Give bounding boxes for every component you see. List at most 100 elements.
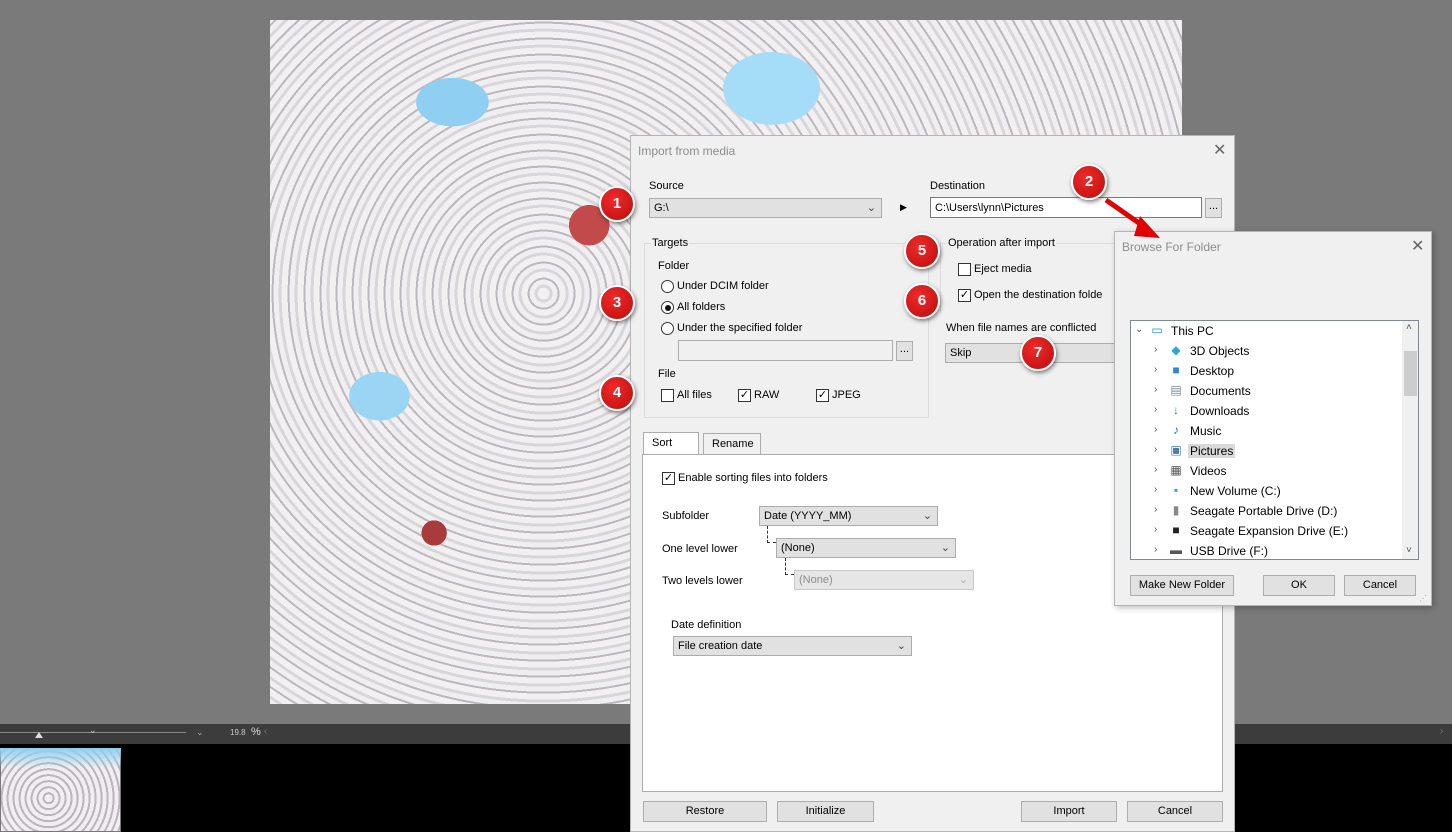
tree-node-this-pc[interactable]: ⌄ ▭ This PC (1131, 321, 1401, 341)
chevron-down-icon[interactable]: ⌄ (89, 725, 97, 736)
scroll-down-icon[interactable]: ˅ (1406, 545, 1412, 556)
raw-checkbox[interactable]: ✓ (738, 389, 751, 402)
scrollbar-thumb[interactable] (1404, 351, 1417, 396)
make-new-folder-button[interactable]: Make New Folder (1130, 575, 1234, 596)
scroll-left-icon[interactable]: ‹ (264, 726, 267, 737)
scroll-up-icon[interactable]: ˄ (1406, 322, 1412, 333)
close-icon[interactable]: ✕ (1411, 236, 1424, 256)
tab-rename[interactable]: Rename (703, 433, 761, 455)
folder-tree[interactable]: ⌄ ▭ This PC › ◆ 3D Objects › ■ Desktop ›… (1130, 320, 1419, 560)
tree-node-label: 3D Objects (1190, 344, 1250, 358)
enable-sorting-checkbox[interactable]: ✓ (662, 472, 675, 485)
chevron-right-icon[interactable]: › (1154, 364, 1157, 375)
tree-node[interactable]: › ↓ Downloads (1131, 401, 1401, 421)
tree-node[interactable]: › ▪ New Volume (C:) (1131, 481, 1401, 501)
all-files-checkbox[interactable] (661, 389, 674, 402)
browse-folder-dialog: Browse For Folder ✕ ⌄ ▭ This PC › ◆ 3D O… (1114, 231, 1432, 606)
chevron-right-icon[interactable]: › (1154, 524, 1157, 535)
jpeg-label[interactable]: JPEG (832, 389, 861, 401)
ok-button[interactable]: OK (1263, 575, 1335, 596)
tree-node[interactable]: › ▤ Documents (1131, 381, 1401, 401)
one-level-label: One level lower (662, 543, 738, 555)
tree-node-label: Videos (1190, 464, 1227, 478)
chevron-down-icon: ⌄ (958, 574, 968, 586)
date-definition-dropdown[interactable]: File creation date ⌄ (673, 636, 912, 656)
destination-browse-button[interactable]: ... (1205, 198, 1222, 218)
jpeg-checkbox[interactable]: ✓ (816, 389, 829, 402)
tree-node[interactable]: › ■ Desktop (1131, 361, 1401, 381)
chevron-right-icon[interactable]: › (1154, 484, 1157, 495)
import-button[interactable]: Import (1021, 801, 1117, 822)
conflict-label: When file names are conflicted (946, 322, 1097, 334)
enable-sorting-label[interactable]: Enable sorting files into folders (678, 472, 828, 484)
tree-node[interactable]: › ▬ USB Drive (F:) (1131, 541, 1401, 559)
tree-node[interactable]: › ♪ Music (1131, 421, 1401, 441)
badge-5: 5 (904, 233, 940, 269)
radio-all-folders-label[interactable]: All folders (677, 301, 725, 313)
two-levels-dropdown[interactable]: (None) ⌄ (794, 570, 974, 590)
cancel-button[interactable]: Cancel (1127, 801, 1223, 822)
folder-label: Folder (658, 260, 690, 272)
tree-node-label: Music (1190, 424, 1222, 438)
tree-scrollbar[interactable]: ˄ ˅ (1402, 321, 1418, 559)
one-level-dropdown[interactable]: (None) ⌄ (776, 538, 956, 558)
badge-4: 4 (599, 375, 635, 411)
zoom-slider-thumb[interactable] (35, 732, 43, 738)
radio-dcim[interactable] (661, 280, 674, 293)
film-icon: ▦ (1170, 463, 1182, 477)
zoom-value[interactable]: 19.8 (230, 728, 246, 737)
all-files-label[interactable]: All files (677, 389, 712, 401)
radio-specified[interactable] (661, 322, 674, 335)
desktop-icon: ■ (1172, 363, 1180, 377)
scroll-right-icon[interactable]: › (1440, 726, 1443, 737)
badge-1: 1 (599, 186, 635, 222)
source-label: Source (649, 180, 684, 192)
subfolder-label: Subfolder (662, 510, 710, 522)
eject-media-label[interactable]: Eject media (974, 263, 1031, 275)
tree-node[interactable]: › ▮ Seagate Portable Drive (D:) (1131, 501, 1401, 521)
specified-folder-field[interactable] (678, 340, 893, 361)
tree-connector (785, 574, 794, 575)
tree-node-selected[interactable]: › ▣ Pictures (1131, 441, 1401, 461)
eject-media-checkbox[interactable] (958, 263, 971, 276)
badge-2: 2 (1071, 164, 1107, 200)
source-value: G:\ (654, 202, 669, 214)
close-icon[interactable]: ✕ (1213, 140, 1226, 160)
thumbnail-sky (0, 748, 121, 768)
tab-sort[interactable]: Sort (643, 432, 699, 456)
open-destination-label[interactable]: Open the destination folde (974, 289, 1102, 301)
restore-button[interactable]: Restore (643, 801, 767, 822)
chevron-right-icon[interactable]: › (1154, 424, 1157, 435)
zoom-dropdown-icon[interactable]: ⌄ (196, 727, 204, 738)
raw-label[interactable]: RAW (754, 389, 779, 401)
chevron-down-icon[interactable]: ⌄ (1135, 324, 1143, 335)
dialog-title: Import from media (638, 144, 736, 158)
radio-specified-label[interactable]: Under the specified folder (677, 322, 802, 334)
radio-dcim-label[interactable]: Under DCIM folder (677, 280, 769, 292)
subfolder-dropdown[interactable]: Date (YYYY_MM) ⌄ (759, 506, 938, 526)
chevron-right-icon[interactable]: › (1154, 464, 1157, 475)
tree-connector (767, 526, 768, 543)
red-arrow-icon (1104, 197, 1160, 238)
chevron-right-icon[interactable]: › (1154, 404, 1157, 415)
tree-node[interactable]: › ◆ 3D Objects (1131, 341, 1401, 361)
download-icon: ↓ (1173, 403, 1179, 417)
tree-node[interactable]: › ▦ Videos (1131, 461, 1401, 481)
file-label: File (658, 368, 676, 380)
targets-label: Targets (651, 237, 690, 249)
chevron-right-icon[interactable]: › (1154, 344, 1157, 355)
chevron-right-icon[interactable]: › (1154, 504, 1157, 515)
usb-drive-icon: ▬ (1170, 543, 1182, 557)
chevron-right-icon[interactable]: › (1154, 444, 1157, 455)
date-definition-value: File creation date (678, 640, 763, 652)
source-dropdown[interactable]: G:\ ⌄ (649, 198, 882, 218)
initialize-button[interactable]: Initialize (777, 801, 874, 822)
open-destination-checkbox[interactable]: ✓ (958, 289, 971, 302)
chevron-right-icon[interactable]: › (1154, 544, 1157, 555)
specified-folder-browse-button[interactable]: ... (896, 341, 913, 361)
chevron-right-icon[interactable]: › (1154, 384, 1157, 395)
cancel-button[interactable]: Cancel (1344, 575, 1416, 596)
radio-all-folders[interactable] (661, 301, 674, 314)
resize-grip-icon[interactable]: ⋰ (1419, 594, 1427, 603)
tree-node[interactable]: › ■ Seagate Expansion Drive (E:) (1131, 521, 1401, 541)
